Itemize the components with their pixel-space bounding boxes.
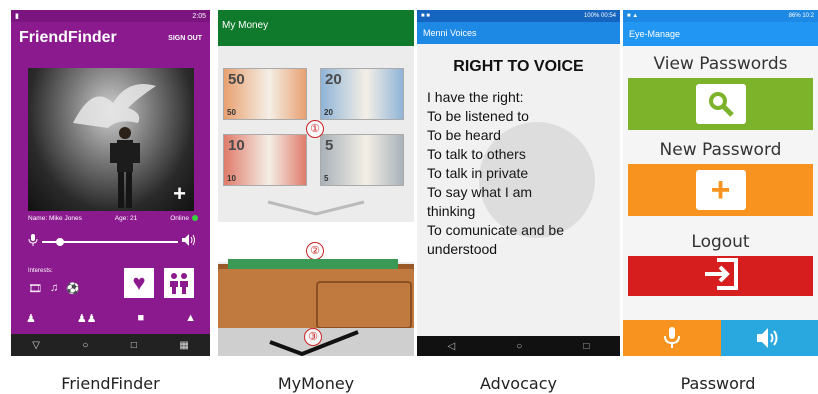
notification-icons: ■ ■ — [421, 13, 430, 19]
banknote-small-value: 5 — [324, 174, 329, 183]
bottom-nav: ♟ ♟♟ ■ ▲ — [26, 312, 196, 325]
banknote-value: 20 — [325, 71, 342, 88]
banknote-value: 50 — [228, 71, 245, 88]
recents-icon[interactable]: □ — [583, 341, 589, 352]
people-icon — [170, 273, 188, 294]
caption-mymoney: MyMoney — [277, 374, 355, 393]
banknote-value: 10 — [228, 137, 245, 154]
status-bar: ■ ▲ 86% 10:2 — [623, 10, 818, 22]
view-passwords-button[interactable] — [628, 78, 813, 130]
footer-bar — [623, 320, 818, 356]
speaker-button[interactable] — [720, 320, 818, 356]
friendfinder-screen: ▮ 2:05 FriendFinder SIGN OUT + Name: Mik… — [11, 10, 210, 356]
status-right: 100% 00:54 — [583, 13, 616, 19]
step-marker-1: ① — [306, 120, 324, 138]
home-icon[interactable]: ○ — [516, 341, 522, 352]
status-bar: ▮ 2:05 — [11, 10, 210, 22]
speaker-icon — [757, 328, 778, 348]
profile-age: Age: 21 — [114, 215, 138, 222]
chat-icon[interactable]: ■ — [137, 312, 144, 325]
password-screen: ■ ▲ 86% 10:2 Eye-Manage View Passwords N… — [623, 10, 818, 356]
status-bar: ■ ■ 100% 00:54 — [417, 10, 620, 22]
caption-advocacy: Advocacy — [480, 374, 557, 393]
back-icon[interactable]: ▽ — [32, 340, 40, 351]
person-figure — [110, 127, 140, 208]
banknote-small-value: 50 — [227, 108, 236, 117]
banknote-small-value: 20 — [324, 108, 333, 117]
home-icon[interactable]: ○ — [82, 340, 88, 351]
banknote-value: 5 — [325, 137, 334, 154]
banknote-20[interactable]: 20 20 — [320, 68, 404, 120]
group-icon[interactable]: ♟♟ — [77, 312, 97, 325]
search-icon — [695, 84, 746, 124]
bell-icon[interactable]: ▲ — [185, 312, 196, 325]
android-navbar: ◁ ○ □ — [417, 336, 620, 356]
app-bar: FriendFinder SIGN OUT — [11, 22, 210, 54]
notification-icons: ■ ▲ — [627, 13, 639, 19]
music-icon[interactable]: ♫ — [50, 282, 58, 295]
heart-icon: ♥ — [132, 270, 146, 295]
logout-button[interactable] — [628, 256, 813, 296]
speaker-icon[interactable] — [182, 233, 196, 251]
add-photo-button[interactable]: + — [173, 183, 186, 205]
step-marker-2: ② — [306, 242, 324, 260]
mymoney-screen: My Money 50 50 20 20 10 10 5 5 ① ② ③ — [218, 10, 414, 356]
microphone-icon[interactable] — [28, 233, 38, 251]
android-navbar: ▽ ○ □ ▦ — [11, 334, 210, 356]
keyboard-icon[interactable]: ▦ — [179, 340, 188, 351]
wallet-bill — [228, 259, 398, 269]
volume-slider-knob[interactable] — [55, 238, 64, 246]
friends-button[interactable] — [164, 268, 194, 298]
profile-info: Name: Mike Jones Age: 21 Online — [28, 215, 198, 222]
banknote-50[interactable]: 50 50 — [223, 68, 307, 120]
recents-icon[interactable]: □ — [131, 340, 137, 351]
chevron-down-icon[interactable] — [266, 200, 366, 216]
new-password-button[interactable]: + — [628, 164, 813, 216]
status-right: 86% 10:2 — [788, 13, 814, 19]
app-title: My Money — [222, 20, 269, 31]
banknote-small-value: 10 — [227, 174, 236, 183]
wallet-flap — [316, 281, 412, 329]
new-password-label: New Password — [659, 140, 782, 160]
wallet-graphic[interactable] — [218, 259, 414, 329]
app-bar: My Money — [218, 10, 414, 46]
sign-out-button[interactable]: SIGN OUT — [168, 35, 202, 42]
film-icon[interactable]: 🎞 — [28, 282, 42, 295]
back-icon[interactable]: ◁ — [448, 341, 456, 352]
step-marker-3: ③ — [304, 328, 322, 346]
watermark-logo — [479, 122, 595, 238]
volume-slider[interactable] — [42, 238, 178, 246]
view-passwords-label: View Passwords — [653, 54, 788, 74]
caption-friendfinder: FriendFinder — [61, 374, 160, 393]
status-time: 2:05 — [192, 12, 206, 20]
microphone-button[interactable] — [623, 320, 721, 356]
app-bar: Eye-Manage — [623, 22, 818, 46]
audio-player — [28, 232, 196, 252]
profile-photo: + — [28, 68, 194, 211]
soccer-ball-icon[interactable]: ⚽ — [66, 282, 80, 295]
banknote-5[interactable]: 5 5 — [320, 134, 404, 186]
app-title: Eye-Manage — [629, 29, 681, 39]
logout-icon — [703, 257, 739, 295]
plus-icon: + — [695, 170, 746, 210]
banknote-10[interactable]: 10 10 — [223, 134, 307, 186]
sim-icon: ▮ — [15, 13, 19, 20]
page-title: RIGHT TO VOICE — [453, 58, 584, 75]
app-title: FriendFinder — [19, 29, 117, 46]
interests-icons: 🎞 ♫ ⚽ — [28, 282, 80, 295]
app-bar: Menni Voices — [417, 22, 620, 44]
advocacy-screen: ■ ■ 100% 00:54 Menni Voices RIGHT TO VOI… — [417, 10, 620, 356]
online-dot-icon — [191, 215, 198, 222]
rights-line: I have the right: — [427, 89, 524, 105]
caption-password: Password — [680, 374, 756, 393]
profile-icon[interactable]: ♟ — [26, 312, 36, 325]
logout-label: Logout — [691, 232, 750, 252]
app-title: Menni Voices — [423, 28, 477, 38]
interests-label: Interests: — [28, 268, 53, 274]
online-status: Online — [170, 215, 198, 222]
like-button[interactable]: ♥ — [124, 268, 154, 298]
online-label: Online — [170, 215, 189, 222]
microphone-icon — [663, 327, 680, 348]
profile-name: Name: Mike Jones — [28, 215, 82, 222]
